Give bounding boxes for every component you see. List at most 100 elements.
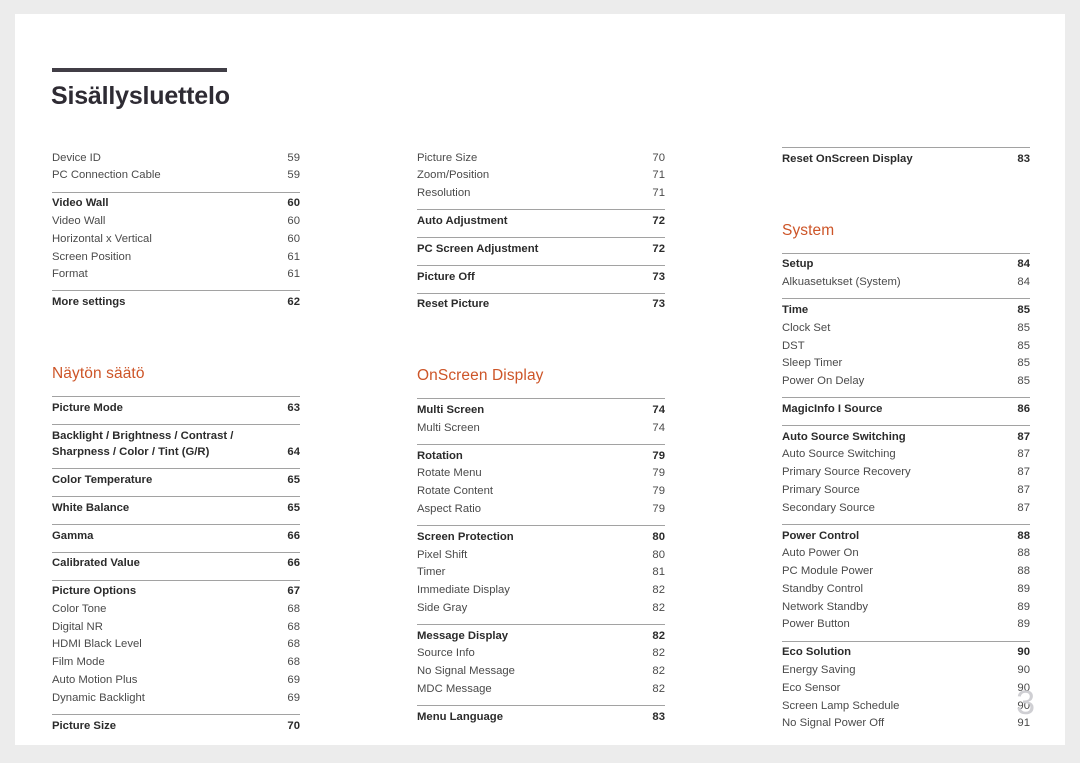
toc-entry[interactable]: No Signal Message 82	[417, 663, 665, 681]
toc-entry[interactable]: Horizontal x Vertical 60	[52, 230, 300, 248]
toc-entry[interactable]: Source Info 82	[417, 645, 665, 663]
toc-entry-primary[interactable]: Multi Screen 74	[417, 401, 665, 419]
toc-entry-page-number: 87	[1017, 430, 1030, 443]
toc-entry[interactable]: Picture Size 70	[417, 149, 665, 167]
toc-entry[interactable]: Rotate Menu 79	[417, 465, 665, 483]
toc-entry-label: Picture Options	[52, 585, 137, 598]
toc-entry[interactable]: HDMI Black Level 68	[52, 636, 300, 654]
toc-entry-label: Multi Screen	[417, 404, 485, 417]
toc-entry-primary[interactable]: Video Wall 60	[52, 195, 300, 213]
toc-entry-primary[interactable]: Auto Adjustment 72	[417, 212, 665, 230]
toc-entry-page-number: 61	[287, 268, 300, 281]
toc-entry-primary[interactable]: Calibrated Value 66	[52, 555, 300, 573]
toc-entry[interactable]: Clock Set 85	[782, 319, 1030, 337]
toc-entry[interactable]: Dynamic Backlight 69	[52, 689, 300, 707]
toc-entry-page-number: 72	[652, 214, 665, 227]
toc-entry[interactable]: Device ID 59	[52, 149, 300, 167]
toc-entry-primary[interactable]: Rotation 79	[417, 447, 665, 465]
toc-entry[interactable]: Alkuasetukset (System) 84	[782, 274, 1030, 292]
toc-entry-page-number: 70	[287, 719, 300, 732]
toc-entry-primary[interactable]: Time 85	[782, 301, 1030, 319]
toc-entry[interactable]: Screen Lamp Schedule 90	[782, 697, 1030, 715]
toc-entry-primary[interactable]: Picture Mode 63	[52, 399, 300, 417]
toc-entry-primary[interactable]: Color Temperature 65	[52, 471, 300, 489]
toc-entry[interactable]: Aspect Ratio 79	[417, 500, 665, 518]
toc-entry-primary[interactable]: Gamma 66	[52, 527, 300, 545]
toc-entry[interactable]: Timer 81	[417, 564, 665, 582]
toc-entry[interactable]: MDC Message 82	[417, 680, 665, 698]
toc-entry-label: Picture Mode	[52, 401, 123, 414]
toc-entry-primary[interactable]: PC Screen Adjustment 72	[417, 240, 665, 258]
toc-entry[interactable]: Rotate Content 79	[417, 483, 665, 501]
toc-entry-primary[interactable]: More settings 62	[52, 293, 300, 311]
toc-group: Auto Adjustment 72	[417, 209, 665, 230]
toc-entry-label: Sleep Timer	[782, 357, 843, 370]
toc-entry-label: Primary Source	[782, 483, 860, 496]
toc-entry-primary[interactable]: Eco Solution 90	[782, 644, 1030, 662]
toc-entry[interactable]: Resolution 71	[417, 185, 665, 203]
toc-entry[interactable]: Power On Delay 85	[782, 372, 1030, 390]
toc-entry-primary[interactable]: Setup 84	[782, 256, 1030, 274]
toc-entry[interactable]: Zoom/Position 71	[417, 167, 665, 185]
toc-entry-page-number: 90	[1017, 646, 1030, 659]
toc-entry[interactable]: No Signal Power Off 91	[782, 715, 1030, 733]
toc-entry[interactable]: Side Gray 82	[417, 599, 665, 617]
toc-entry-label: Network Standby	[782, 600, 869, 613]
toc-entry-primary[interactable]: Backlight / Brightness / Contrast / Shar…	[52, 427, 300, 461]
toc-entry-page-number: 63	[287, 401, 300, 414]
toc-entry-page-number: 74	[652, 404, 665, 417]
toc-entry[interactable]: Auto Source Switching 87	[782, 446, 1030, 464]
toc-entry[interactable]: Format 61	[52, 266, 300, 284]
toc-entry[interactable]: Eco Sensor 90	[782, 679, 1030, 697]
toc-entry-page-number: 70	[652, 151, 665, 164]
toc-group: Reset Picture 73	[417, 292, 665, 314]
toc-entry-primary[interactable]: White Balance 65	[52, 499, 300, 517]
toc-entry[interactable]: Multi Screen 74	[417, 419, 665, 437]
toc-entry-primary[interactable]: Picture Size 70	[52, 717, 300, 735]
toc-entry-primary[interactable]: MagicInfo I Source 86	[782, 400, 1030, 418]
toc-entry-label: Secondary Source	[782, 501, 875, 514]
toc-entry[interactable]: DST 85	[782, 337, 1030, 355]
toc-entry[interactable]: Standby Control 89	[782, 580, 1030, 598]
toc-entry-primary[interactable]: Picture Off 73	[417, 268, 665, 286]
toc-entry[interactable]: Network Standby 89	[782, 598, 1030, 616]
toc-entry[interactable]: Primary Source Recovery 87	[782, 464, 1030, 482]
toc-entry-primary[interactable]: Auto Source Switching 87	[782, 428, 1030, 446]
toc-entry-primary[interactable]: Reset OnScreen Display 83	[782, 150, 1030, 168]
toc-entry-page-number: 80	[652, 530, 665, 543]
toc-entry[interactable]: PC Module Power 88	[782, 563, 1030, 581]
toc-entry-label: Alkuasetukset (System)	[782, 276, 901, 289]
toc-entry-primary[interactable]: Screen Protection 80	[417, 528, 665, 546]
toc-entry-label: Auto Source Switching	[782, 430, 906, 443]
toc-entry[interactable]: Video Wall 60	[52, 212, 300, 230]
toc-entry[interactable]: Screen Position 61	[52, 248, 300, 266]
toc-entry[interactable]: Power Button 89	[782, 616, 1030, 634]
toc-entry[interactable]: Digital NR 68	[52, 618, 300, 636]
toc-entry[interactable]: Pixel Shift 80	[417, 546, 665, 564]
toc-entry-page-number: 89	[1017, 618, 1030, 631]
toc-entry[interactable]: Auto Power On 88	[782, 545, 1030, 563]
toc-entry[interactable]: Film Mode 68	[52, 654, 300, 672]
toc-entry-primary[interactable]: Reset Picture 73	[417, 296, 665, 314]
toc-entry[interactable]: Energy Saving 90	[782, 661, 1030, 679]
toc-entry-primary[interactable]: Message Display 82	[417, 627, 665, 645]
toc-entry[interactable]: Immediate Display 82	[417, 582, 665, 600]
toc-entry[interactable]: Color Tone 68	[52, 600, 300, 618]
toc-entry[interactable]: Primary Source 87	[782, 481, 1030, 499]
toc-entry[interactable]: Secondary Source 87	[782, 499, 1030, 517]
toc-entry-label: No Signal Message	[417, 665, 515, 678]
toc-entry-page-number: 69	[287, 691, 300, 704]
toc-entry-page-number: 88	[1017, 547, 1030, 560]
toc-group: Message Display 82 Source Info 82 No Signal …	[417, 624, 665, 698]
toc-entry-primary[interactable]: Picture Options 67	[52, 583, 300, 601]
toc-entry-primary[interactable]: Power Control 88	[782, 527, 1030, 545]
toc-entry[interactable]: Sleep Timer 85	[782, 355, 1030, 373]
toc-entry[interactable]: PC Connection Cable 59	[52, 167, 300, 185]
toc-entry-primary[interactable]: Menu Language 83	[417, 708, 665, 726]
toc-entry-page-number: 82	[652, 665, 665, 678]
toc-entry[interactable]: Auto Motion Plus 69	[52, 671, 300, 689]
